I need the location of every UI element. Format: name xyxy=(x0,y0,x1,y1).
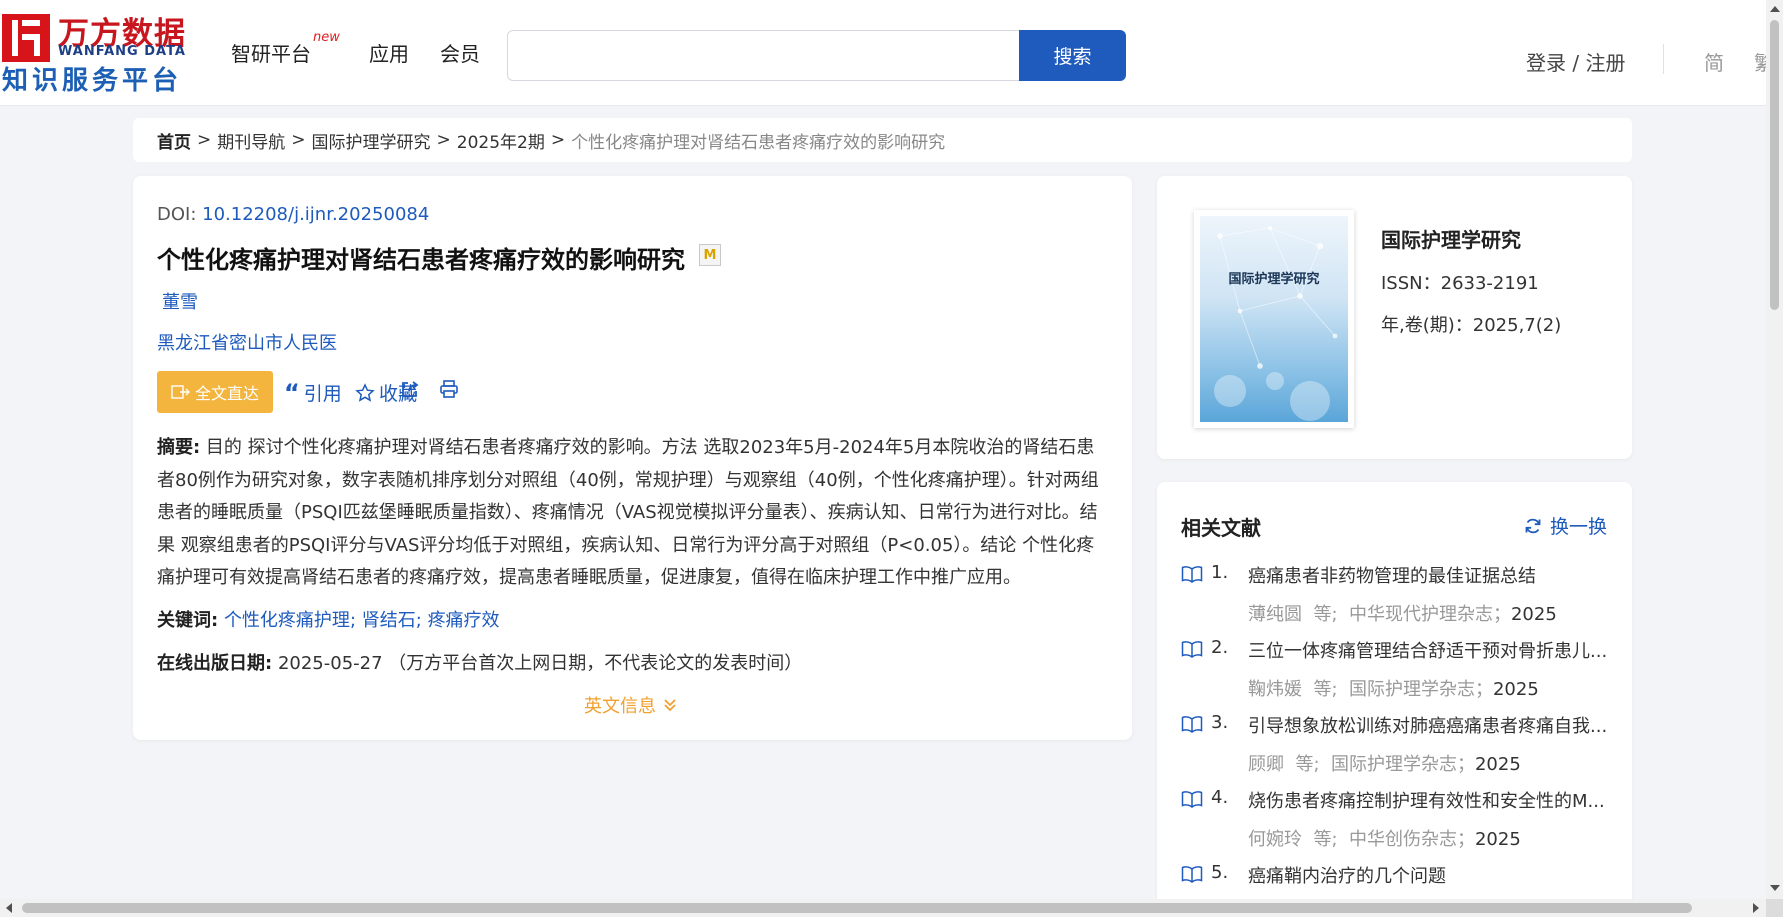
abstract: 摘要: 目的 探讨个性化疼痛护理对肾结石患者疼痛疗效的影响。方法 选取2023年… xyxy=(157,432,1107,595)
print-button[interactable] xyxy=(439,379,459,399)
author-link[interactable]: 董雪 xyxy=(162,288,198,314)
logo-subtitle: 知识服务平台 xyxy=(2,66,183,96)
book-icon xyxy=(1181,641,1203,658)
doi-line: DOI: 10.12208/j.ijnr.20250084 xyxy=(157,204,430,225)
horizontal-scrollbar[interactable] xyxy=(0,899,1766,917)
abstract-label: 摘要: xyxy=(157,437,201,458)
related-title: 相关文献 xyxy=(1181,516,1261,540)
article-title: 个性化疼痛护理对肾结石患者疼痛疗效的影响研究 xyxy=(157,246,685,274)
article-card: DOI: 10.12208/j.ijnr.20250084 个性化疼痛护理对肾结… xyxy=(133,176,1132,740)
m-badge-icon[interactable]: M xyxy=(699,244,721,266)
nav-apps[interactable]: 应用 xyxy=(369,38,409,67)
keywords-line: 关键词: 个性化疼痛护理; 肾结石; 疼痛疗效 xyxy=(157,610,500,631)
search-button[interactable]: 搜索 xyxy=(1019,30,1126,81)
refresh-button[interactable]: 换一换 xyxy=(1524,512,1607,539)
related-item-title[interactable]: 烧伤患者疼痛控制护理有效性和安全性的M... xyxy=(1248,787,1608,813)
breadcrumb-home[interactable]: 首页 xyxy=(157,128,191,153)
breadcrumb-journal[interactable]: 国际护理学研究 xyxy=(312,128,431,153)
scroll-up-arrow-icon[interactable] xyxy=(1770,6,1780,12)
book-icon xyxy=(1181,866,1203,883)
breadcrumb-current: 个性化疼痛护理对肾结石患者疼痛疗效的影响研究 xyxy=(571,132,946,153)
star-icon xyxy=(355,382,375,402)
related-item-meta: 顾卿 等; 国际护理学杂志；2025 xyxy=(1248,754,1521,775)
related-item[interactable]: 5. 癌痛鞘内治疗的几个问题 xyxy=(1181,862,1611,902)
lang-simplified-toggle[interactable]: 简 xyxy=(1704,47,1724,76)
related-item-meta: 鞠炜媛 等; 国际护理学杂志；2025 xyxy=(1248,679,1539,700)
new-badge: new xyxy=(313,30,340,45)
journal-cover[interactable]: 国际护理学研究 xyxy=(1194,210,1354,428)
share-button[interactable] xyxy=(400,379,420,399)
wanfang-logo[interactable]: 万方数据 WANFANG DATA 知识服务平台 xyxy=(2,8,192,96)
related-literature-card: 相关文献 换一换 1. 癌痛患者非药物管理的最佳证据总结 薄纯圆 等; 中华现代… xyxy=(1157,482,1632,917)
nav-zhiyan-platform[interactable]: 智研平台 xyxy=(231,38,311,67)
related-item-title[interactable]: 癌痛患者非药物管理的最佳证据总结 xyxy=(1248,562,1608,588)
organization-link[interactable]: 黑龙江省密山市人民医 xyxy=(157,329,337,355)
related-item-title[interactable]: 引导想象放松训练对肺癌癌痛患者疼痛自我... xyxy=(1248,712,1608,738)
scroll-left-arrow-icon[interactable] xyxy=(6,903,12,913)
scrollbar-corner xyxy=(1766,899,1783,917)
doi-link[interactable]: 10.12208/j.ijnr.20250084 xyxy=(202,204,429,225)
english-info-toggle[interactable]: 英文信息 xyxy=(584,692,678,718)
related-item[interactable]: 2. 三位一体疼痛管理结合舒适干预对骨折患儿... 鞠炜媛 等; 国际护理学杂志… xyxy=(1181,637,1611,700)
related-item-title[interactable]: 癌痛鞘内治疗的几个问题 xyxy=(1248,862,1608,888)
fulltext-button[interactable]: 全文直达 xyxy=(157,371,273,413)
nav-member[interactable]: 会员 xyxy=(440,38,480,67)
journal-card: 国际护理学研究 国际护理学研究 ISSN：2633-2191 年,卷(期)：20… xyxy=(1157,176,1632,459)
related-item-meta: 薄纯圆 等; 中华现代护理杂志；2025 xyxy=(1248,604,1557,625)
related-item[interactable]: 4. 烧伤患者疼痛控制护理有效性和安全性的M... 何婉玲 等; 中华创伤杂志；… xyxy=(1181,787,1611,850)
related-item-title[interactable]: 三位一体疼痛管理结合舒适干预对骨折患儿... xyxy=(1248,637,1608,663)
horizontal-scroll-thumb[interactable] xyxy=(22,903,1692,913)
search-input[interactable] xyxy=(507,30,1019,81)
online-date: 2025-05-27 xyxy=(277,653,383,674)
cover-title: 国际护理学研究 xyxy=(1228,272,1320,287)
related-item-meta: 何婉玲 等; 中华创伤杂志；2025 xyxy=(1248,829,1521,850)
vertical-scroll-thumb[interactable] xyxy=(1770,20,1779,310)
book-icon xyxy=(1181,716,1203,733)
cite-button[interactable]: “ 引用 xyxy=(284,379,342,406)
header-divider xyxy=(1663,44,1664,74)
journal-name-link[interactable]: 国际护理学研究 xyxy=(1381,224,1521,253)
wanfang-logo-mark-icon xyxy=(2,14,50,62)
keyword-link[interactable]: 个性化疼痛护理 xyxy=(224,610,350,631)
book-icon xyxy=(1181,566,1203,583)
printer-icon xyxy=(440,380,458,398)
top-header: 万方数据 WANFANG DATA 知识服务平台 智研平台 new 应用 会员 … xyxy=(0,0,1766,106)
breadcrumb: 首页 > 期刊导航 > 国际护理学研究 > 2025年2期 > 个性化疼痛护理对… xyxy=(133,118,1632,162)
online-date-note: （万方平台首次上网日期，不代表论文的发表时间） xyxy=(388,653,803,674)
abstract-text: 目的 探讨个性化疼痛护理对肾结石患者疼痛疗效的影响。方法 选取2023年5月-2… xyxy=(157,437,1099,588)
quote-icon: “ xyxy=(284,378,300,407)
share-icon xyxy=(402,381,419,397)
cover-network-pattern-icon xyxy=(1214,225,1338,421)
chevron-double-down-icon xyxy=(664,699,676,712)
keyword-link[interactable]: 疼痛疗效 xyxy=(428,610,500,631)
online-date-line: 在线出版日期: 2025-05-27 （万方平台首次上网日期，不代表论文的发表时… xyxy=(157,653,803,674)
book-icon xyxy=(1181,791,1203,808)
login-register-link[interactable]: 登录 / 注册 xyxy=(1526,47,1625,76)
keyword-link[interactable]: 肾结石 xyxy=(362,610,416,631)
refresh-icon xyxy=(1525,518,1541,533)
journal-volume: 年,卷(期)：2025,7(2) xyxy=(1381,315,1562,336)
lang-traditional-toggle[interactable]: 繁 xyxy=(1754,47,1766,76)
logo-english-name: WANFANG DATA xyxy=(58,44,186,59)
related-item[interactable]: 3. 引导想象放松训练对肺癌癌痛患者疼痛自我... 顾卿 等; 国际护理学杂志；… xyxy=(1181,712,1611,775)
document-link-icon xyxy=(171,385,190,399)
breadcrumb-journal-nav[interactable]: 期刊导航 xyxy=(217,128,285,153)
breadcrumb-issue[interactable]: 2025年2期 xyxy=(457,128,545,153)
journal-issn: ISSN：2633-2191 xyxy=(1381,273,1539,294)
related-item[interactable]: 1. 癌痛患者非药物管理的最佳证据总结 薄纯圆 等; 中华现代护理杂志；2025 xyxy=(1181,562,1611,625)
scroll-down-arrow-icon[interactable] xyxy=(1770,885,1780,891)
scroll-right-arrow-icon[interactable] xyxy=(1753,903,1759,913)
vertical-scrollbar[interactable] xyxy=(1766,0,1783,899)
